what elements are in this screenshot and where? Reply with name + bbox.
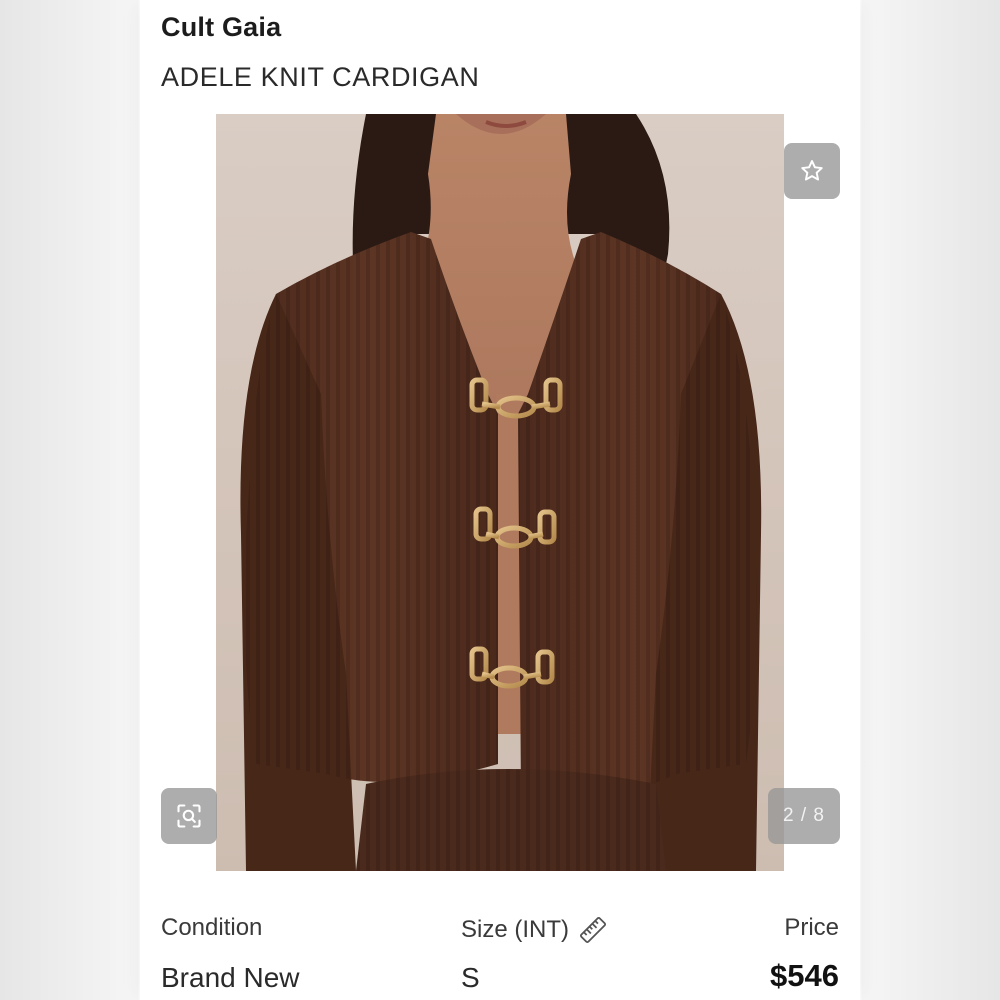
image-counter: 2 / 8 xyxy=(768,788,840,844)
ruler-icon[interactable] xyxy=(577,914,609,946)
condition-label: Condition xyxy=(161,914,263,941)
price-label: Price xyxy=(784,914,839,941)
condition-column: Condition Brand New xyxy=(161,910,300,994)
product-photo-illustration xyxy=(240,114,762,871)
size-label: Size (INT) xyxy=(461,916,569,943)
zoom-scan-icon xyxy=(177,804,201,828)
size-value: S xyxy=(461,962,480,993)
product-title: ADELE KNIT CARDIGAN xyxy=(161,62,480,92)
price-column: Price $546 xyxy=(770,910,839,994)
condition-value: Brand New xyxy=(161,962,300,993)
product-details: Condition Brand New Size (INT) S Price $… xyxy=(161,910,839,1000)
brand-name[interactable]: Cult Gaia xyxy=(161,12,281,43)
size-label-row: Size (INT) xyxy=(461,910,609,950)
zoom-button[interactable] xyxy=(161,788,217,844)
product-photo[interactable] xyxy=(216,114,784,871)
product-card: Cult Gaia ADELE KNIT CARDIGAN 2 / 8 Cond… xyxy=(140,0,860,1000)
size-column: Size (INT) S xyxy=(461,910,609,994)
price-value: $546 xyxy=(770,958,839,993)
star-icon xyxy=(801,160,823,181)
favorite-button[interactable] xyxy=(784,143,840,199)
